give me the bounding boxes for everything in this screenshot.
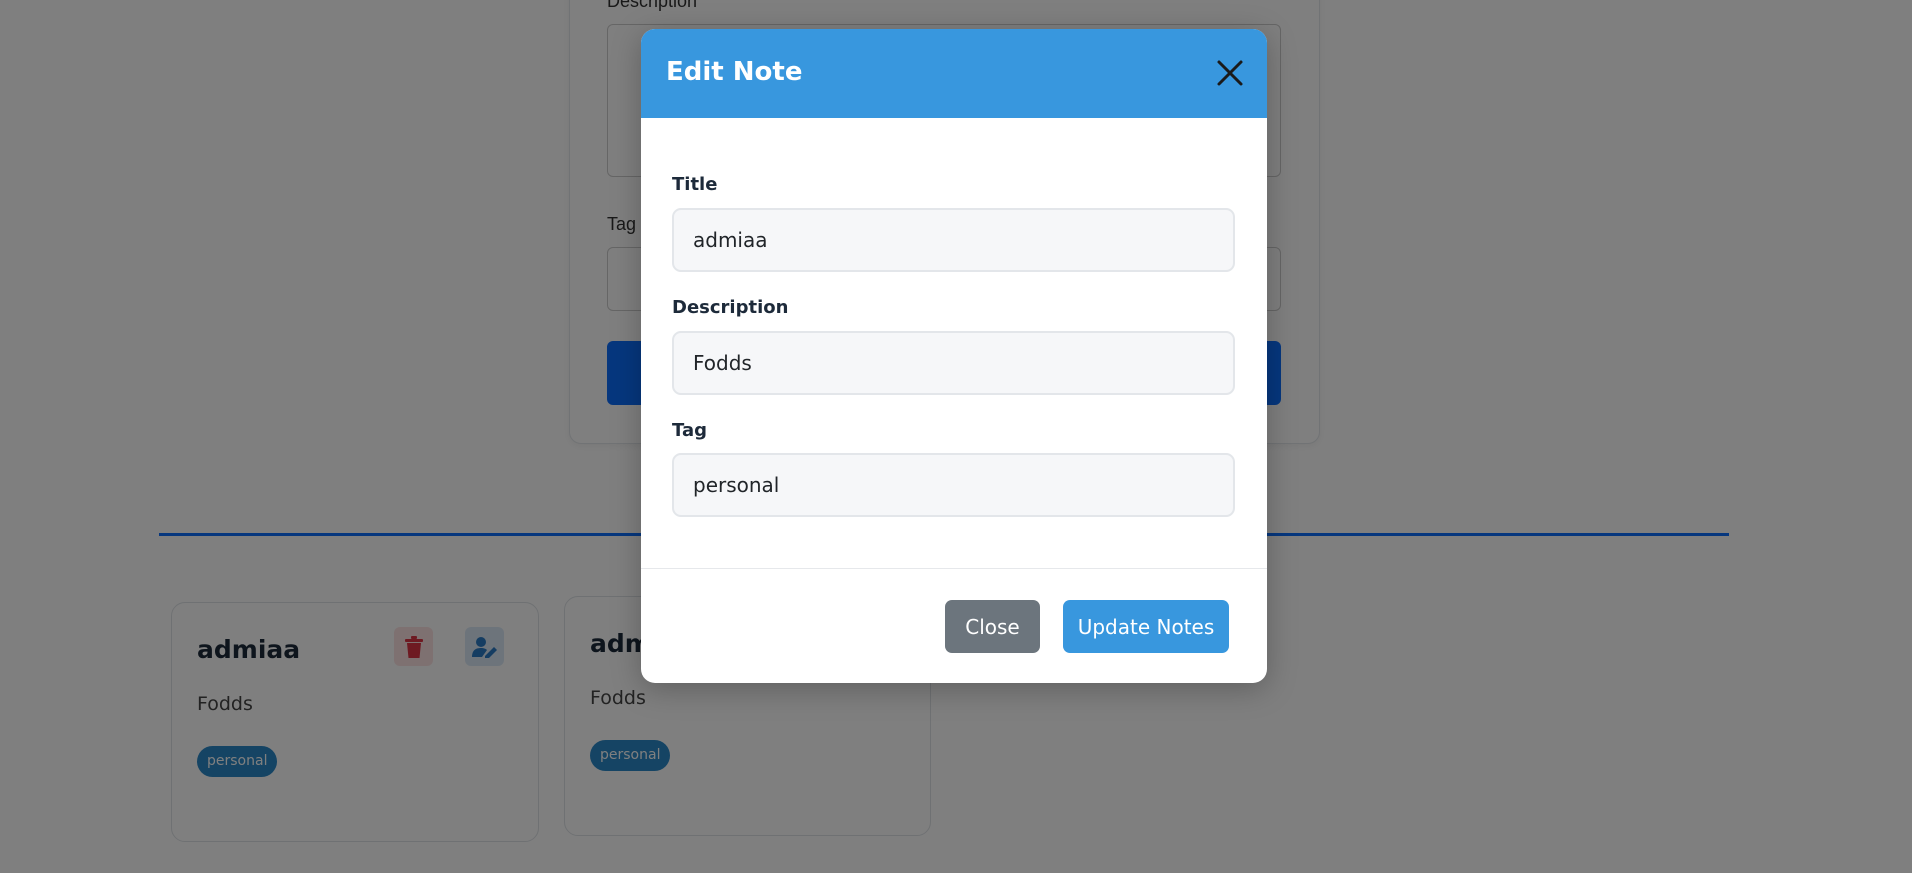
tag-input[interactable] <box>672 453 1235 517</box>
modal-footer-divider <box>641 568 1267 569</box>
edit-note-modal: Edit Note Title Description Tag Close Up… <box>641 29 1267 683</box>
update-notes-button[interactable]: Update Notes <box>1063 600 1229 653</box>
close-button[interactable]: Close <box>945 600 1040 653</box>
tag-label: Tag <box>672 420 707 441</box>
close-icon[interactable] <box>1212 55 1248 91</box>
modal-header: Edit Note <box>641 29 1267 118</box>
title-input[interactable] <box>672 208 1235 272</box>
title-label: Title <box>672 174 718 195</box>
description-label: Description <box>672 297 789 318</box>
modal-title: Edit Note <box>666 57 803 87</box>
description-input[interactable] <box>672 331 1235 395</box>
